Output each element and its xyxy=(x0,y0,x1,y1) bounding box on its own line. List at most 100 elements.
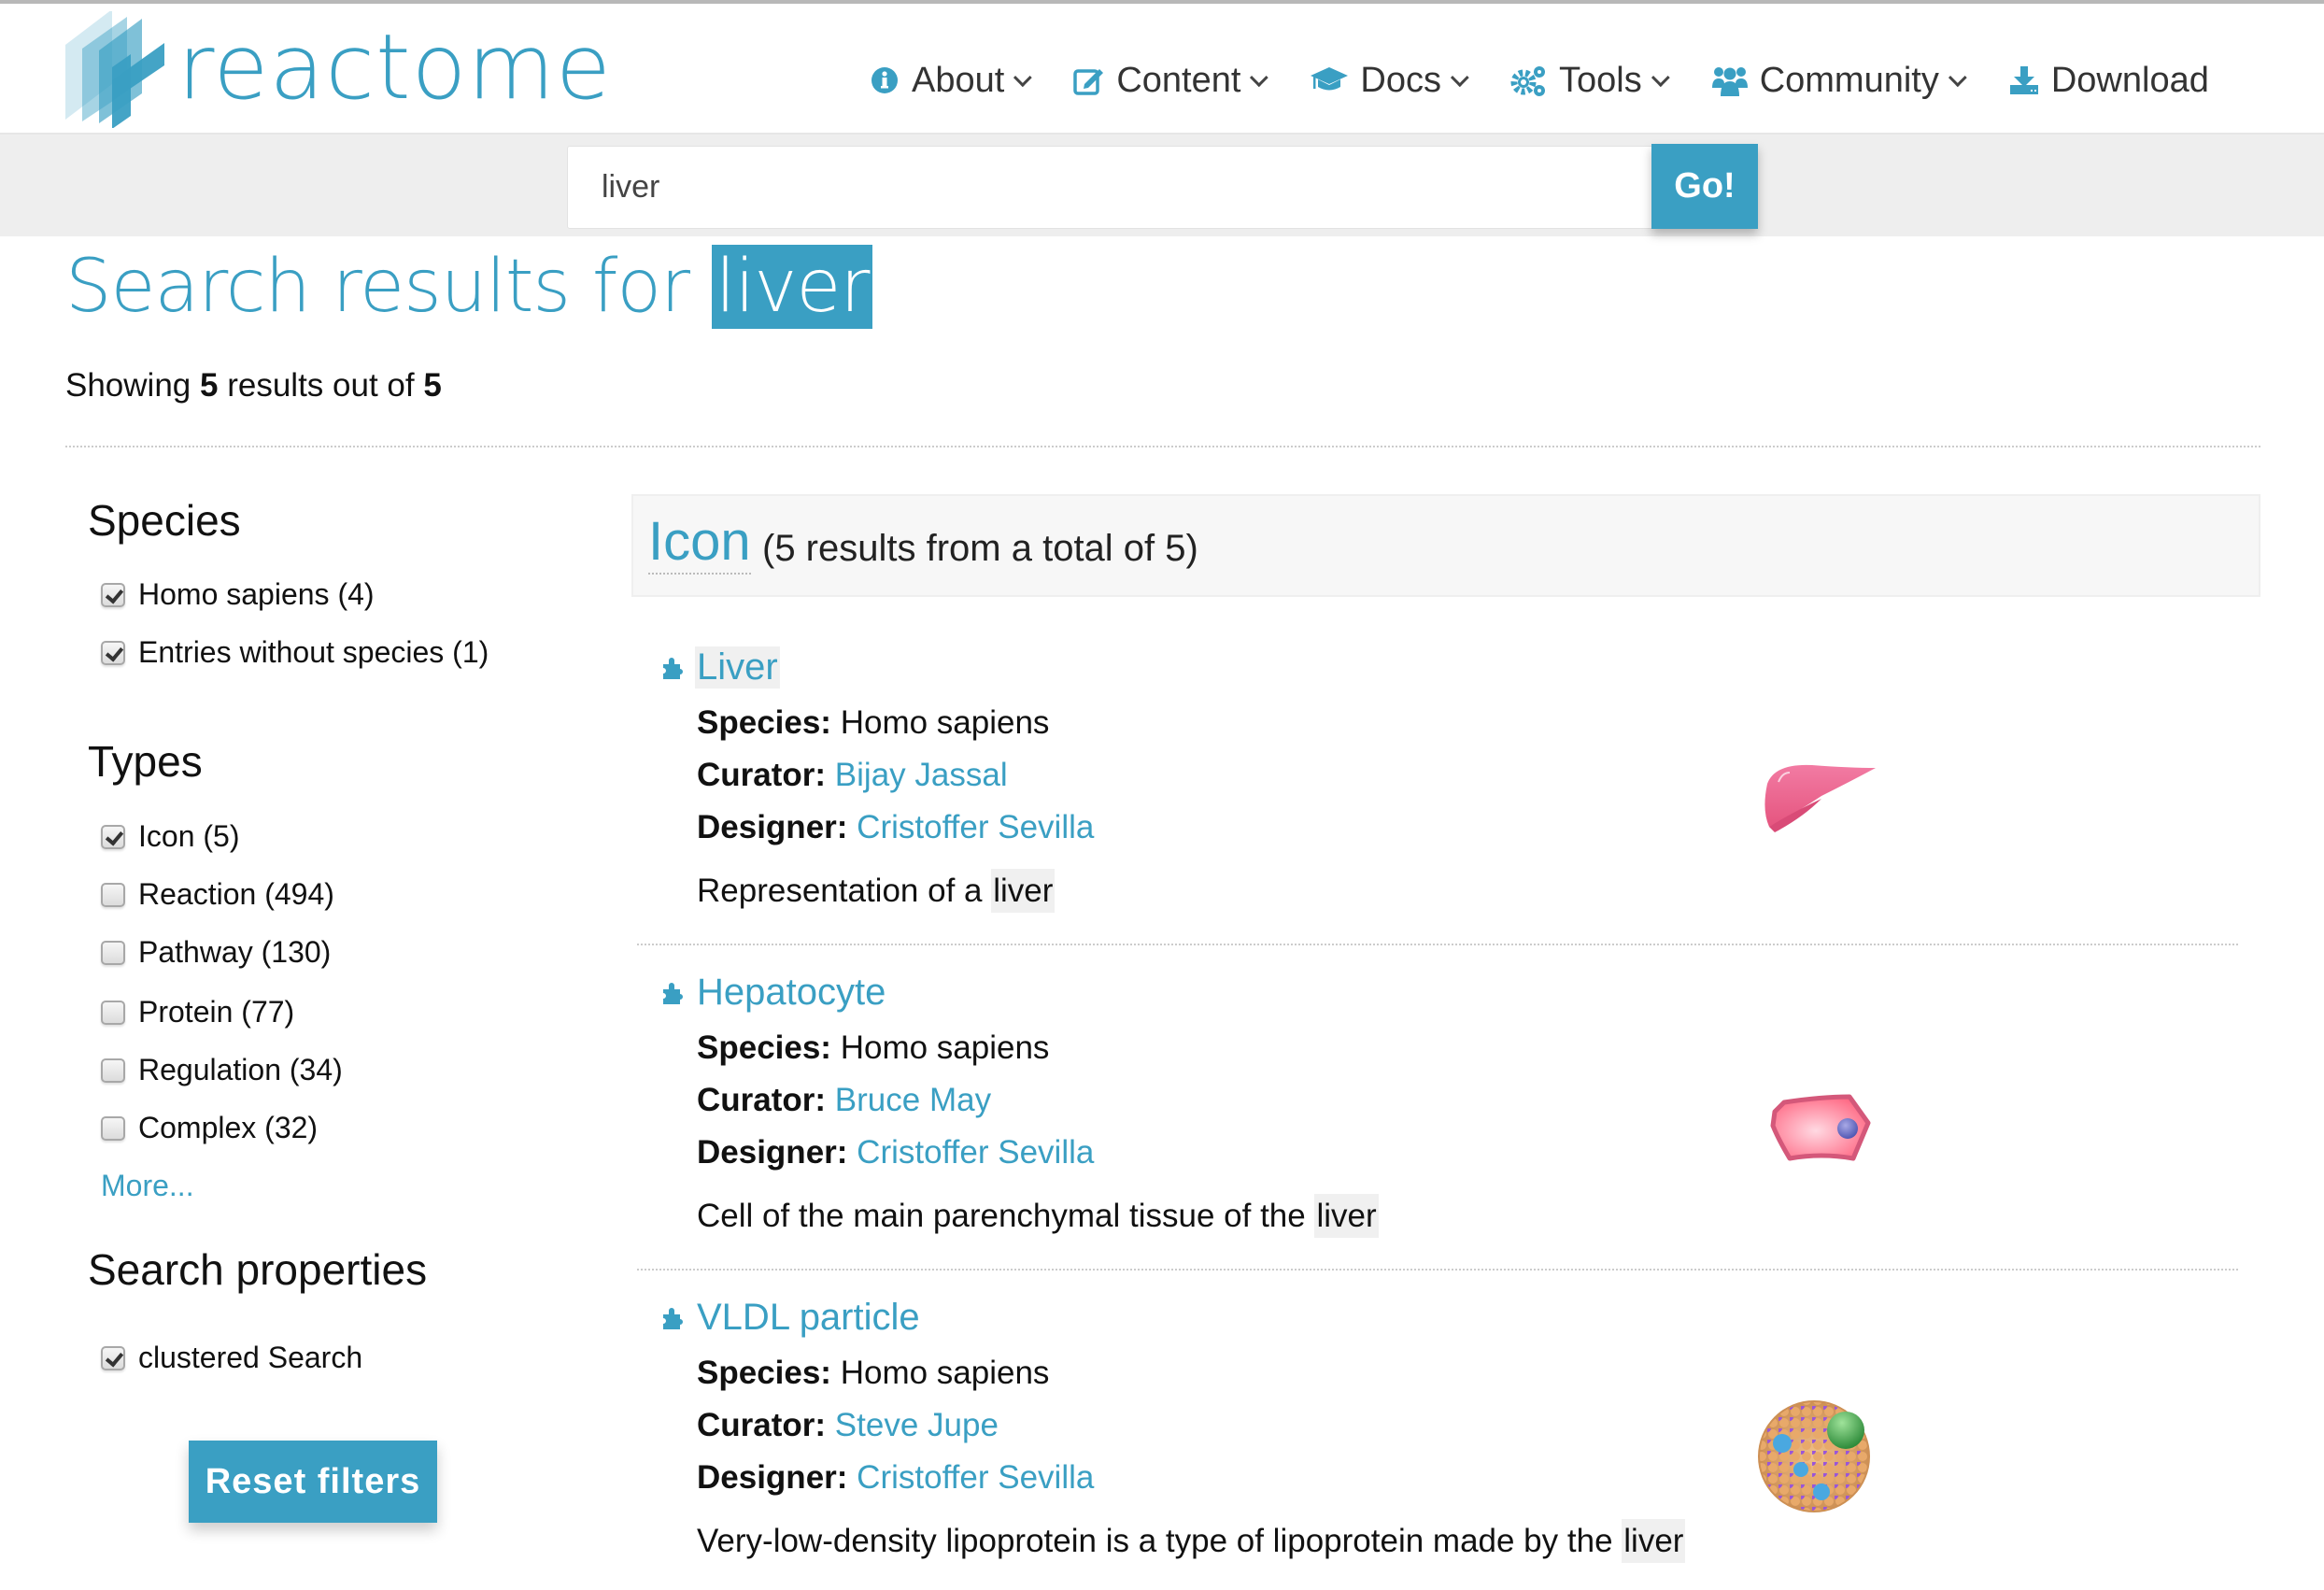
nav-content-label: Content xyxy=(1116,60,1241,100)
designer-link[interactable]: Cristoffer Sevilla xyxy=(857,809,1094,845)
filter-type-protein[interactable]: Protein (77) xyxy=(101,995,294,1029)
results-summary: Showing 5 results out of 5 xyxy=(65,367,442,405)
result-species: Species: Homo sapiens xyxy=(697,704,1049,742)
curator-link[interactable]: Bruce May xyxy=(835,1082,991,1118)
nav-about[interactable]: About xyxy=(869,60,1033,101)
filter-type-regulation[interactable]: Regulation (34) xyxy=(101,1053,343,1087)
designer-link[interactable]: Cristoffer Sevilla xyxy=(857,1459,1094,1496)
puzzle-piece-icon xyxy=(663,982,683,1004)
filter-clustered-search[interactable]: clustered Search xyxy=(101,1341,362,1375)
result-curator: Curator: Bijay Jassal xyxy=(697,757,1008,794)
species-label: Species: xyxy=(697,1029,831,1066)
species-value: Homo sapiens xyxy=(840,704,1050,741)
nav-community-label: Community xyxy=(1759,60,1939,100)
description-text: Representation of a xyxy=(697,873,983,909)
nav-docs[interactable]: Docs xyxy=(1310,61,1469,101)
species-label: Species: xyxy=(697,1355,831,1391)
result-species: Species: Homo sapiens xyxy=(697,1029,1049,1067)
curator-label: Curator: xyxy=(697,1407,827,1443)
curator-link[interactable]: Bijay Jassal xyxy=(835,757,1008,793)
chevron-down-icon xyxy=(1651,68,1670,88)
users-icon xyxy=(1711,64,1749,96)
designer-label: Designer: xyxy=(697,1134,848,1171)
checkbox-checked[interactable] xyxy=(101,824,125,849)
curator-link[interactable]: Steve Jupe xyxy=(835,1407,999,1443)
nav-about-label: About xyxy=(912,60,1005,100)
puzzle-piece-icon xyxy=(663,657,683,679)
designer-link[interactable]: Cristoffer Sevilla xyxy=(857,1134,1094,1171)
nav-tools[interactable]: Tools xyxy=(1510,60,1670,101)
result-name: Liver xyxy=(695,646,780,689)
description-highlight: liver xyxy=(991,869,1056,913)
checkbox-checked[interactable] xyxy=(101,640,125,665)
site-header: reactome About Content Docs Tools Commun… xyxy=(0,4,2324,133)
chevron-down-icon xyxy=(1250,68,1269,88)
nav-content[interactable]: Content xyxy=(1073,60,1269,101)
result-title-link[interactable]: Liver xyxy=(659,646,780,689)
filter-type-icon[interactable]: Icon (5) xyxy=(101,819,239,854)
result-designer: Designer: Cristoffer Sevilla xyxy=(697,1134,1094,1171)
nav-tools-label: Tools xyxy=(1558,60,1642,100)
filter-species-entries-without-species[interactable]: Entries without species (1) xyxy=(101,635,489,670)
nav-download-label: Download xyxy=(2050,60,2209,100)
filter-type-complex[interactable]: Complex (32) xyxy=(101,1111,318,1145)
checkbox-unchecked[interactable] xyxy=(101,1000,125,1025)
checkbox-unchecked[interactable] xyxy=(101,1115,125,1141)
reactome-logo[interactable]: reactome xyxy=(64,11,611,128)
result-designer: Designer: Cristoffer Sevilla xyxy=(697,1459,1094,1497)
chevron-down-icon xyxy=(1013,68,1033,88)
description-highlight: liver xyxy=(1622,1519,1686,1563)
checkbox-checked[interactable] xyxy=(101,582,125,607)
result-designer: Designer: Cristoffer Sevilla xyxy=(697,809,1094,846)
filter-label: clustered Search xyxy=(138,1341,363,1374)
page-title-prefix: Search results for xyxy=(65,245,690,329)
designer-label: Designer: xyxy=(697,1459,848,1496)
result-description: Very-low-density lipoprotein is a type o… xyxy=(697,1519,1686,1563)
result-title-link[interactable]: VLDL particle xyxy=(659,1297,922,1339)
filter-type-reaction[interactable]: Reaction (494) xyxy=(101,877,334,912)
search-input[interactable] xyxy=(567,146,1652,229)
result-name: Hepatocyte xyxy=(697,972,886,1013)
nav-community[interactable]: Community xyxy=(1711,60,1967,101)
species-value: Homo sapiens xyxy=(840,1029,1050,1066)
nav-download[interactable]: Download xyxy=(2008,61,2209,101)
checkbox-checked[interactable] xyxy=(101,1345,125,1370)
result-description: Representation of a liver xyxy=(697,869,1056,913)
filter-label: Entries without species (1) xyxy=(138,635,489,669)
results-group-count: (5 results from a total of 5) xyxy=(762,528,1198,569)
filter-label: Protein (77) xyxy=(138,995,295,1029)
vldl-particle-icon-image[interactable] xyxy=(1756,1395,1878,1516)
puzzle-piece-icon xyxy=(663,1307,683,1329)
result-curator: Curator: Steve Jupe xyxy=(697,1407,999,1444)
logo-text: reactome xyxy=(177,15,612,120)
reactome-logo-icon xyxy=(65,11,164,128)
hepatocyte-icon-image[interactable] xyxy=(1756,1074,1878,1196)
results-group-type: Icon xyxy=(648,511,751,575)
chevron-down-icon xyxy=(1948,68,1967,88)
result-description: Cell of the main parenchymal tissue of t… xyxy=(697,1194,1379,1238)
more-types-link[interactable]: More... xyxy=(101,1169,194,1203)
download-icon xyxy=(2008,64,2040,96)
search-properties-heading: Search properties xyxy=(88,1245,428,1294)
cogs-icon xyxy=(1510,64,1548,96)
result-title-link[interactable]: Hepatocyte xyxy=(659,972,887,1014)
results-group-header: Icon (5 results from a total of 5) xyxy=(631,494,2260,597)
chevron-down-icon xyxy=(1450,68,1469,88)
types-heading: Types xyxy=(88,737,203,786)
filter-type-pathway[interactable]: Pathway (130) xyxy=(101,935,331,970)
reset-filters-button[interactable]: Reset filters xyxy=(189,1441,437,1523)
checkbox-unchecked[interactable] xyxy=(101,1058,125,1083)
species-heading: Species xyxy=(88,496,241,545)
filter-label: Pathway (130) xyxy=(138,935,332,969)
filter-species-homo-sapiens[interactable]: Homo sapiens (4) xyxy=(101,577,375,612)
checkbox-unchecked[interactable] xyxy=(101,882,125,907)
species-label: Species: xyxy=(697,704,831,741)
liver-icon-image[interactable] xyxy=(1756,745,1878,866)
divider xyxy=(65,446,2260,447)
description-highlight: liver xyxy=(1314,1194,1379,1238)
description-text: Very-low-density lipoprotein is a type o… xyxy=(697,1523,1613,1559)
filter-label: Complex (32) xyxy=(138,1111,319,1144)
checkbox-unchecked[interactable] xyxy=(101,940,125,965)
filter-label: Reaction (494) xyxy=(138,877,334,911)
go-button[interactable]: Go! xyxy=(1651,144,1758,229)
